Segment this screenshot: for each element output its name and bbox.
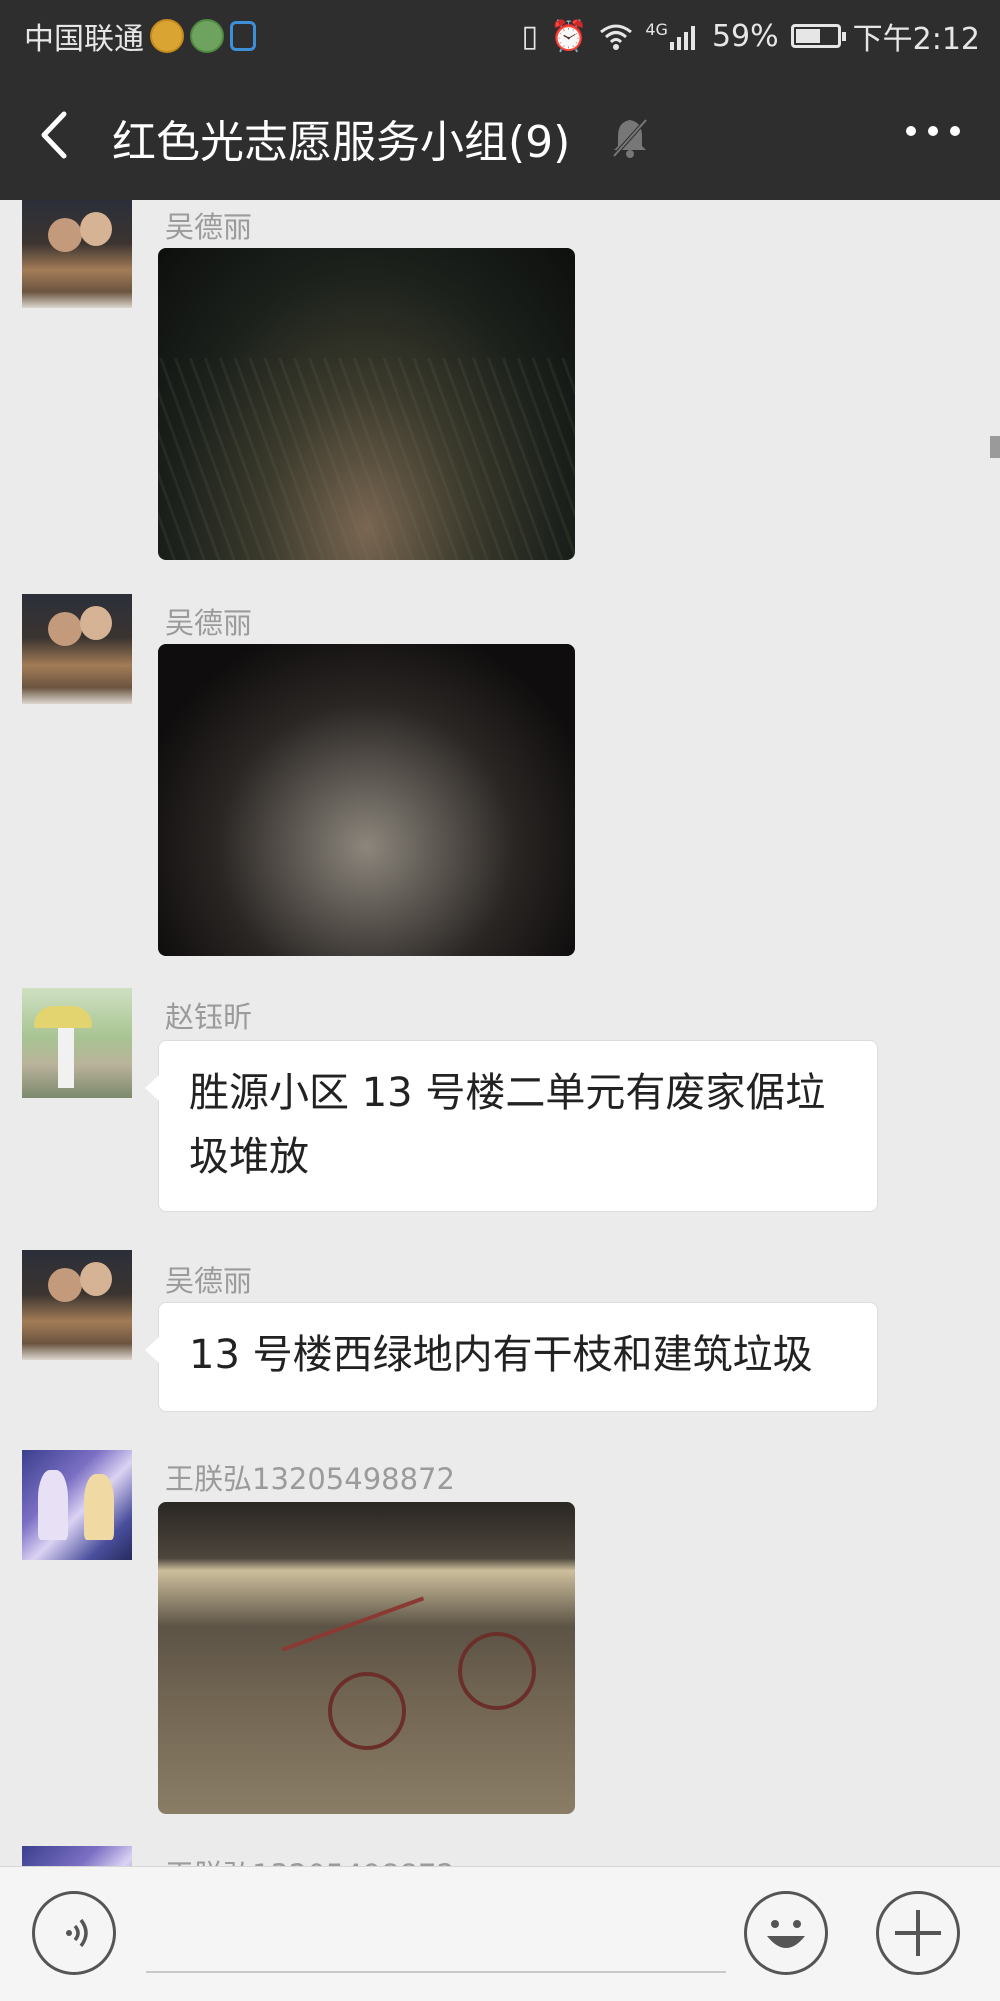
- sender-name: 王朕弘13205498872: [165, 1462, 455, 1496]
- text-message-bubble[interactable]: 13 号楼西绿地内有干枝和建筑垃圾: [145, 1302, 878, 1412]
- sender-name: 赵钰昕: [165, 1000, 253, 1034]
- scrollbar-thumb[interactable]: [990, 436, 1000, 458]
- message-item: 王朕弘13205498872: [0, 1846, 1000, 1866]
- sender-name: 吴德丽: [165, 1264, 253, 1298]
- text-message-bubble[interactable]: 胜源小区 13 号楼二单元有废家倨垃圾堆放: [145, 1040, 878, 1212]
- image-message[interactable]: [158, 644, 575, 956]
- status-bar: 中国联通 ▯ ⏰ 4G 59% 下午2:12: [0, 0, 1000, 70]
- clock: 下午2:12: [852, 22, 980, 57]
- sender-name: 吴德丽: [165, 210, 253, 244]
- chat-header: 红色光志愿服务小组(9): [0, 70, 1000, 200]
- sender-name: 吴德丽: [165, 606, 253, 640]
- plus-icon[interactable]: [876, 1891, 960, 1975]
- back-icon[interactable]: [30, 100, 90, 170]
- wifi-icon: [600, 24, 633, 50]
- carrier-label: 中国联通: [24, 22, 144, 57]
- chat-title[interactable]: 红色光志愿服务小组(9): [112, 106, 570, 170]
- battery-percent: 59%: [711, 18, 779, 54]
- network-type-label: 4G: [645, 19, 668, 39]
- avatar[interactable]: [22, 594, 132, 704]
- emoji-icon[interactable]: [744, 1891, 828, 1975]
- sender-name: 王朕弘13205498872: [165, 1852, 455, 1866]
- input-bar: [0, 1866, 1000, 2001]
- avatar[interactable]: [22, 1450, 132, 1560]
- image-message[interactable]: [158, 248, 575, 560]
- message-input[interactable]: [146, 1897, 726, 1973]
- vibrate-icon: ▯: [521, 18, 538, 54]
- avatar[interactable]: [22, 1846, 132, 1866]
- alarm-icon: ⏰: [550, 18, 588, 54]
- battery-icon: [790, 24, 846, 48]
- mute-icon: [612, 118, 648, 158]
- avatar[interactable]: [22, 988, 132, 1098]
- voice-icon[interactable]: [32, 1891, 116, 1975]
- lock-notification-icon: [230, 21, 256, 51]
- avatar[interactable]: [22, 200, 132, 308]
- mail-notification-icon: [150, 19, 184, 53]
- image-message[interactable]: [158, 1502, 575, 1814]
- more-icon[interactable]: [906, 126, 960, 136]
- app-notification-icon: [190, 19, 224, 53]
- avatar[interactable]: [22, 1250, 132, 1360]
- signal-icon: [669, 26, 695, 50]
